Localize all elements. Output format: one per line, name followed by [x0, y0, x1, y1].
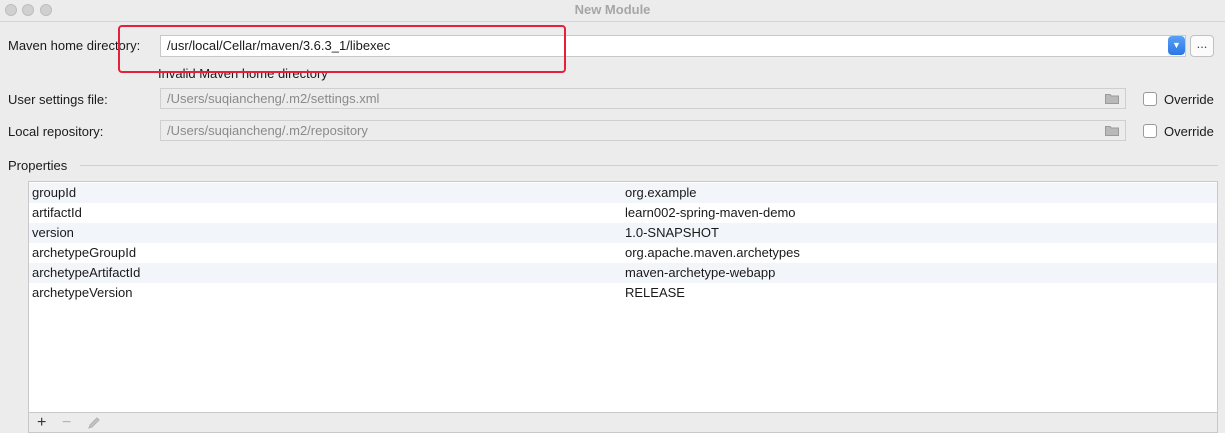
chevron-down-icon[interactable]: ▼ [1168, 36, 1185, 55]
add-icon[interactable]: + [37, 415, 46, 431]
properties-toolbar: + − [28, 413, 1218, 433]
table-row[interactable]: version 1.0-SNAPSHOT [29, 223, 1217, 243]
local-repo-label: Local repository: [8, 124, 104, 139]
user-settings-field[interactable]: /Users/suqiancheng/.m2/settings.xml [160, 88, 1126, 109]
property-key: archetypeVersion [32, 285, 133, 300]
maven-home-label: Maven home directory: [8, 38, 141, 53]
user-settings-override-checkbox[interactable] [1143, 92, 1157, 106]
local-repo-value: /Users/suqiancheng/.m2/repository [167, 123, 368, 138]
property-value[interactable]: org.example [625, 185, 697, 200]
properties-title: Properties [8, 158, 68, 173]
folder-icon[interactable] [1105, 125, 1119, 136]
property-key: archetypeGroupId [32, 245, 137, 260]
table-row[interactable]: archetypeGroupId org.apache.maven.archet… [29, 243, 1217, 263]
local-repo-override-label[interactable]: Override [1164, 124, 1214, 139]
user-settings-override-label[interactable]: Override [1164, 92, 1214, 107]
property-value[interactable]: 1.0-SNAPSHOT [625, 225, 719, 240]
browse-maven-home-button[interactable]: ... [1190, 35, 1214, 57]
table-row[interactable]: artifactId learn002-spring-maven-demo [29, 203, 1217, 223]
property-key: archetypeArtifactId [32, 265, 141, 280]
maven-home-value: /usr/local/Cellar/maven/3.6.3_1/libexec [167, 38, 391, 53]
local-repo-override-checkbox[interactable] [1143, 124, 1157, 138]
properties-table: groupId org.example artifactId learn002-… [28, 181, 1218, 413]
property-key: version [32, 225, 74, 240]
table-row[interactable]: archetypeArtifactId maven-archetype-weba… [29, 263, 1217, 283]
property-value[interactable]: org.apache.maven.archetypes [625, 245, 800, 260]
window-title: New Module [574, 2, 651, 17]
property-key: artifactId [32, 205, 82, 220]
user-settings-value: /Users/suqiancheng/.m2/settings.xml [167, 91, 380, 106]
title-bar: New Module [0, 0, 1225, 22]
user-settings-label: User settings file: [8, 92, 108, 107]
property-key: groupId [32, 185, 77, 200]
table-row[interactable]: groupId org.example [29, 183, 1217, 203]
folder-icon[interactable] [1105, 93, 1119, 104]
maven-home-error: Invalid Maven home directory [158, 66, 328, 81]
pencil-icon[interactable] [87, 416, 101, 430]
table-row[interactable]: archetypeVersion RELEASE [29, 283, 1217, 303]
maven-home-combobox[interactable]: /usr/local/Cellar/maven/3.6.3_1/libexec [160, 35, 1186, 57]
section-divider [80, 165, 1218, 166]
remove-icon[interactable]: − [62, 415, 71, 431]
local-repo-field[interactable]: /Users/suqiancheng/.m2/repository [160, 120, 1126, 141]
property-value[interactable]: learn002-spring-maven-demo [625, 205, 796, 220]
property-value[interactable]: RELEASE [625, 285, 685, 300]
property-value[interactable]: maven-archetype-webapp [625, 265, 775, 280]
